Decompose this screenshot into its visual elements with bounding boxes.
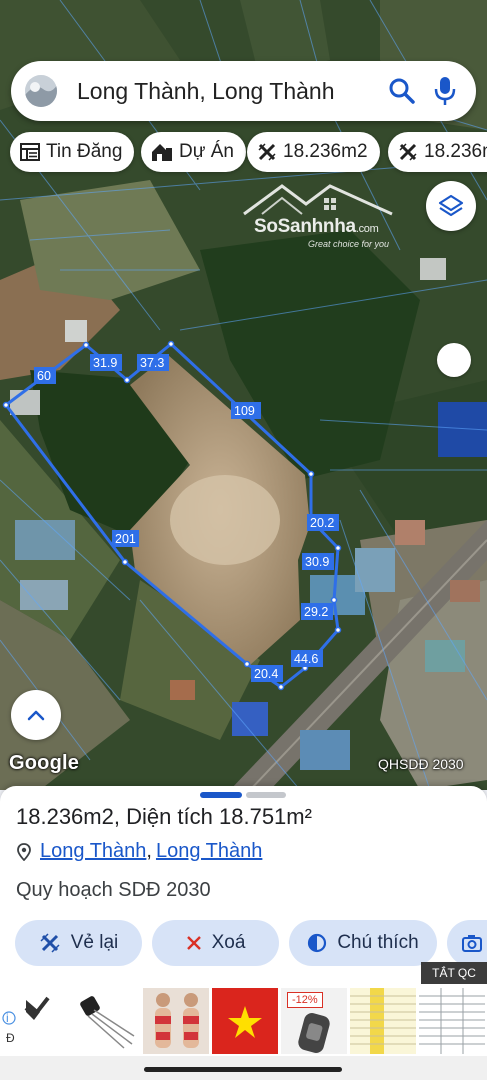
segment-label: 31.9 (93, 356, 117, 370)
info-sheet[interactable]: 18.236m2, Diện tích 18.751m² Long Thành … (0, 786, 487, 986)
house-logo-icon (243, 184, 393, 216)
watermark-domain: .com (355, 223, 379, 235)
planning-subtitle: Quy hoạch SDĐ 2030 (16, 879, 211, 901)
segment-label: 20.2 (310, 516, 334, 530)
expand-up-button[interactable] (11, 690, 61, 740)
house-icon (152, 144, 172, 161)
segment-label: 29.2 (304, 605, 328, 619)
sosanhnha-watermark: SoSanhnha.com Great choice for you (242, 178, 394, 254)
chip-label: 18.236m2 (283, 141, 368, 162)
screenshot-button[interactable] (447, 920, 487, 966)
segment-label: 44.6 (294, 652, 318, 666)
chip-area-1[interactable]: 18.236m2 (247, 132, 380, 172)
contrast-icon (308, 933, 327, 953)
spreadsheet-image (419, 988, 485, 1054)
location-link-district[interactable]: Long Thành (40, 840, 146, 863)
ad-close-button[interactable]: TẮT QC (421, 962, 487, 984)
chip-du-an[interactable]: Dự Án (141, 132, 246, 172)
sheet-handle-active[interactable] (200, 792, 242, 798)
ad-choices-icon[interactable]: i Đ (0, 986, 60, 1056)
swimwear-image (155, 993, 199, 1048)
google-logo: Google (9, 752, 80, 774)
location-link-commune[interactable]: Long Thành (156, 840, 262, 863)
map-view[interactable]: 60 31.9 37.3 109 20.2 30.9 29.2 44.6 20.… (0, 0, 487, 790)
segment-label: 201 (115, 532, 136, 546)
redraw-icon (40, 933, 60, 953)
ad-thumb-sheet-1[interactable] (350, 988, 416, 1054)
delete-button[interactable]: Xoá (152, 920, 279, 966)
news-icon (20, 143, 40, 161)
redraw-button[interactable]: Vẻ lại (15, 920, 142, 966)
chip-tin-dang[interactable]: Tin Đăng (10, 132, 135, 172)
layers-icon (438, 194, 464, 217)
discount-badge: -12% (287, 992, 323, 1008)
measure-icon (399, 143, 417, 161)
close-icon (186, 936, 201, 950)
watermark-tagline: Great choice for you (308, 239, 390, 249)
ad-thumb-watch[interactable]: -12% (281, 988, 347, 1054)
ad-thumb-sheet-2[interactable] (419, 988, 485, 1054)
redraw-label: Vẻ lại (70, 932, 119, 953)
segment-label: 109 (234, 404, 255, 418)
mic-icon[interactable] (433, 75, 457, 107)
globe-icon (25, 75, 57, 107)
chevron-up-icon (27, 710, 45, 721)
location-pin-icon (17, 842, 31, 861)
segment-label: 30.9 (305, 555, 329, 569)
legend-button[interactable]: Chú thích (289, 920, 437, 966)
delete-label: Xoá (211, 932, 246, 953)
ad-thumb-flag[interactable] (212, 988, 278, 1054)
search-icon[interactable] (387, 76, 417, 106)
home-gesture-pill[interactable] (144, 1067, 342, 1072)
parcel-title: 18.236m2, Diện tích 18.751m² (16, 804, 312, 829)
ad-thumb-swimwear[interactable] (143, 988, 209, 1054)
chip-label: 18.236m2 (424, 141, 487, 162)
legend-label: Chú thích (337, 932, 419, 953)
segment-label: 20.4 (254, 667, 278, 681)
location-separator: , (146, 840, 152, 862)
ad-thumb-transistor[interactable] (74, 988, 140, 1054)
transistor-image (80, 996, 135, 1049)
layers-button[interactable] (426, 181, 476, 231)
sheet-handle[interactable] (246, 792, 286, 798)
svg-text:Đ: Đ (6, 1031, 15, 1045)
chip-label: Tin Đăng (46, 141, 123, 162)
segment-label: 37.3 (140, 356, 164, 370)
segment-label: 60 (37, 369, 51, 383)
avatar[interactable] (25, 75, 57, 107)
layer-label: QHSDĐ 2030 (378, 756, 464, 772)
chip-area-2[interactable]: 18.236m2 (388, 132, 487, 172)
search-bar[interactable]: Long Thành, Long Thành (11, 61, 476, 121)
map-control-dot[interactable] (437, 343, 471, 377)
vietnam-flag-image (212, 988, 278, 1054)
camera-icon (462, 935, 482, 952)
search-query[interactable]: Long Thành, Long Thành (77, 78, 335, 105)
watermark-brand: SoSanhnha (254, 216, 356, 237)
spreadsheet-image (350, 988, 416, 1054)
measure-icon (258, 143, 276, 161)
location-row: Long Thành , Long Thành (16, 840, 262, 863)
chip-label: Dự Án (179, 141, 234, 162)
